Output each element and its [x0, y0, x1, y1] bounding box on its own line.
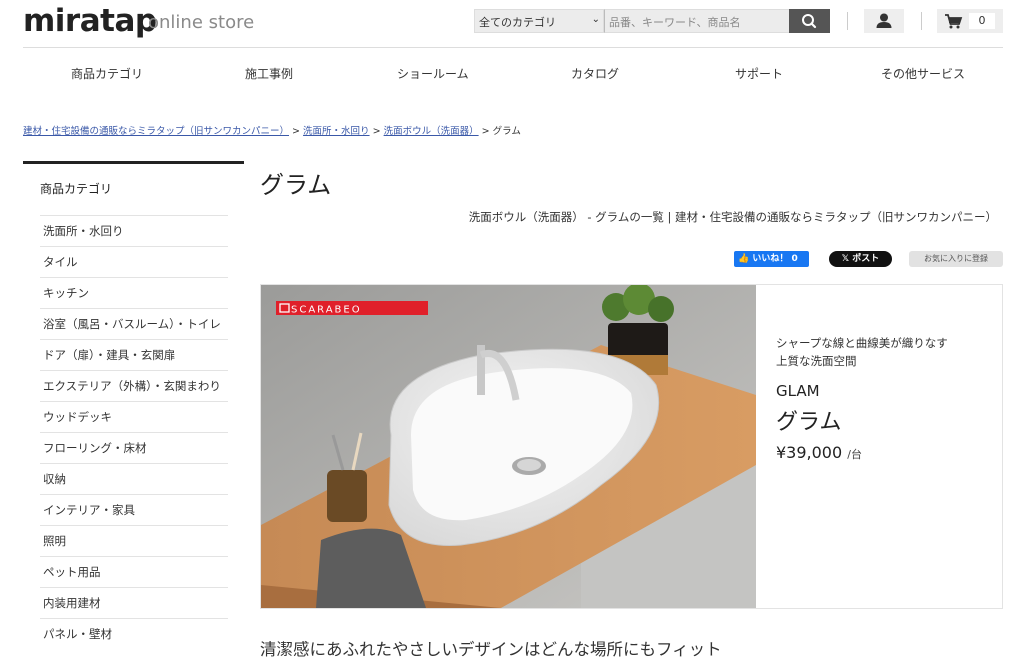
chevron-down-icon: ⌄ [591, 14, 600, 25]
sidebar-item[interactable]: パネル・壁材 [40, 618, 228, 649]
product-name: グラム [776, 410, 842, 435]
sidebar-title: 商品カテゴリ [40, 182, 113, 196]
header-divider [23, 47, 1003, 48]
breadcrumb-separator: > [372, 126, 381, 137]
like-label: いいね！ 0 [752, 254, 798, 264]
sidebar-item[interactable]: ペット用品 [40, 556, 228, 587]
breadcrumb-link-washroom[interactable]: 洗面所・水回り [303, 126, 370, 137]
sidebar-item[interactable]: 内装用建材 [40, 587, 228, 618]
logo[interactable]: miratap [23, 3, 157, 39]
nav-item-support[interactable]: サポート [735, 65, 783, 82]
brand-logo-text: SCARABEO [291, 305, 362, 316]
price-value: ¥39,000 [776, 443, 843, 462]
category-select-value: 全てのカテゴリ [479, 16, 556, 29]
search-button[interactable] [789, 9, 830, 33]
sidebar-item[interactable]: フローリング・床材 [40, 432, 228, 463]
section-tagline: 清潔感にあふれたやさしいデザインはどんな場所にもフィット [260, 640, 722, 658]
sidebar-item[interactable]: ドア（扉）・建具・玄関扉 [40, 339, 228, 370]
add-favorite-button[interactable]: お気に入りに登録 [909, 251, 1003, 267]
facebook-like-button[interactable]: 👍 いいね！ 0 [734, 251, 809, 267]
search-icon [802, 14, 817, 29]
sidebar-item[interactable]: キッチン [40, 277, 228, 308]
sidebar-item[interactable]: タイル [40, 246, 228, 277]
category-select[interactable]: 全てのカテゴリ ⌄ [474, 9, 604, 33]
thumbs-up-icon: 👍 [738, 254, 750, 264]
post-label: ポスト [852, 254, 880, 264]
sidebar-top-rule [23, 161, 244, 164]
user-icon [876, 13, 892, 28]
breadcrumb-link-home[interactable]: 建材・住宅設備の通販ならミラタップ（旧サンワカンパニー） [23, 126, 289, 137]
sidebar-item[interactable]: 洗面所・水回り [40, 215, 228, 246]
cart-icon [945, 14, 963, 29]
page-title: グラム [260, 171, 332, 199]
nav-item-catalog[interactable]: カタログ [571, 65, 619, 82]
breadcrumb-link-washbowl[interactable]: 洗面ボウル（洗面器） [384, 126, 479, 137]
sidebar-item[interactable]: インテリア・家具 [40, 494, 228, 525]
hero-copy-line-1: シャープな線と曲線美が織りなす [776, 336, 948, 350]
product-name-en: GLAM [776, 382, 820, 400]
divider [847, 12, 848, 30]
breadcrumb: 建材・住宅設備の通販ならミラタップ（旧サンワカンパニー） > 洗面所・水回り >… [23, 123, 521, 137]
account-button[interactable] [864, 9, 904, 33]
sidebar-item[interactable]: エクステリア（外構）・玄関まわり [40, 370, 228, 401]
x-logo-icon: 𝕏 [841, 254, 850, 264]
nav-item-categories[interactable]: 商品カテゴリ [71, 65, 143, 82]
price-unit: /台 [847, 448, 862, 461]
sidebar-item[interactable]: 収納 [40, 463, 228, 494]
divider [921, 12, 922, 30]
product-price: ¥39,000 /台 [776, 443, 862, 462]
breadcrumb-separator: > [292, 126, 301, 137]
sidebar-item[interactable]: ウッドデッキ [40, 401, 228, 432]
sidebar-category-list: 洗面所・水回り タイル キッチン 浴室（風呂・バスルーム）・トイレ ドア（扉）・… [40, 215, 228, 649]
cart-count: 0 [969, 13, 995, 29]
page-subtitle: 洗面ボウル（洗面器） - グラムの一覧 | 建材・住宅設備の通販ならミラタップ（… [468, 210, 997, 224]
hero-copy-line-2: 上質な洗面空間 [776, 354, 857, 368]
product-image: SCARABEO [261, 285, 756, 608]
sidebar-item[interactable]: 照明 [40, 525, 228, 556]
breadcrumb-current: グラム [492, 126, 521, 137]
logo-subtitle: online store [148, 12, 255, 33]
site-header: miratap online store 全てのカテゴリ ⌄ 品番、キーワード、… [0, 0, 1024, 48]
product-hero: SCARABEO [260, 284, 1003, 609]
search-input[interactable]: 品番、キーワード、商品名 [604, 9, 790, 33]
sidebar-item[interactable]: 浴室（風呂・バスルーム）・トイレ [40, 308, 228, 339]
breadcrumb-separator: > [481, 126, 490, 137]
nav-item-case-studies[interactable]: 施工事例 [245, 65, 293, 82]
nav-item-other-services[interactable]: その他サービス [881, 65, 965, 82]
x-post-button[interactable]: 𝕏 ポスト [829, 251, 892, 267]
nav-item-showroom[interactable]: ショールーム [397, 65, 469, 82]
